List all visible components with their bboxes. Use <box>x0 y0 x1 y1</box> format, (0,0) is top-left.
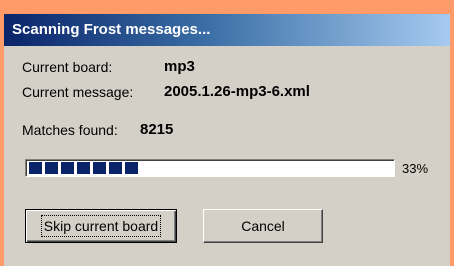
title-bar[interactable]: Scanning Frost messages... <box>4 14 450 46</box>
window-title: Scanning Frost messages... <box>12 21 211 38</box>
current-message-value: 2005.1.26-mp3-6.xml <box>164 83 310 100</box>
current-message-label: Current message: <box>22 84 134 100</box>
progress-fill <box>29 162 138 174</box>
skip-button-label: Skip current board <box>40 215 162 237</box>
cancel-button-label: Cancel <box>241 218 285 234</box>
current-board-label: Current board: <box>22 59 113 75</box>
cancel-button[interactable]: Cancel <box>203 209 323 243</box>
scan-progress-bar <box>25 159 395 177</box>
skip-current-board-button[interactable]: Skip current board <box>25 209 177 243</box>
matches-found-label: Matches found: <box>22 122 118 138</box>
scan-dialog: Scanning Frost messages... Current board… <box>4 14 450 266</box>
progress-percent: 33% <box>402 161 429 176</box>
current-board-value: mp3 <box>164 58 195 75</box>
matches-found-value: 8215 <box>140 121 174 138</box>
